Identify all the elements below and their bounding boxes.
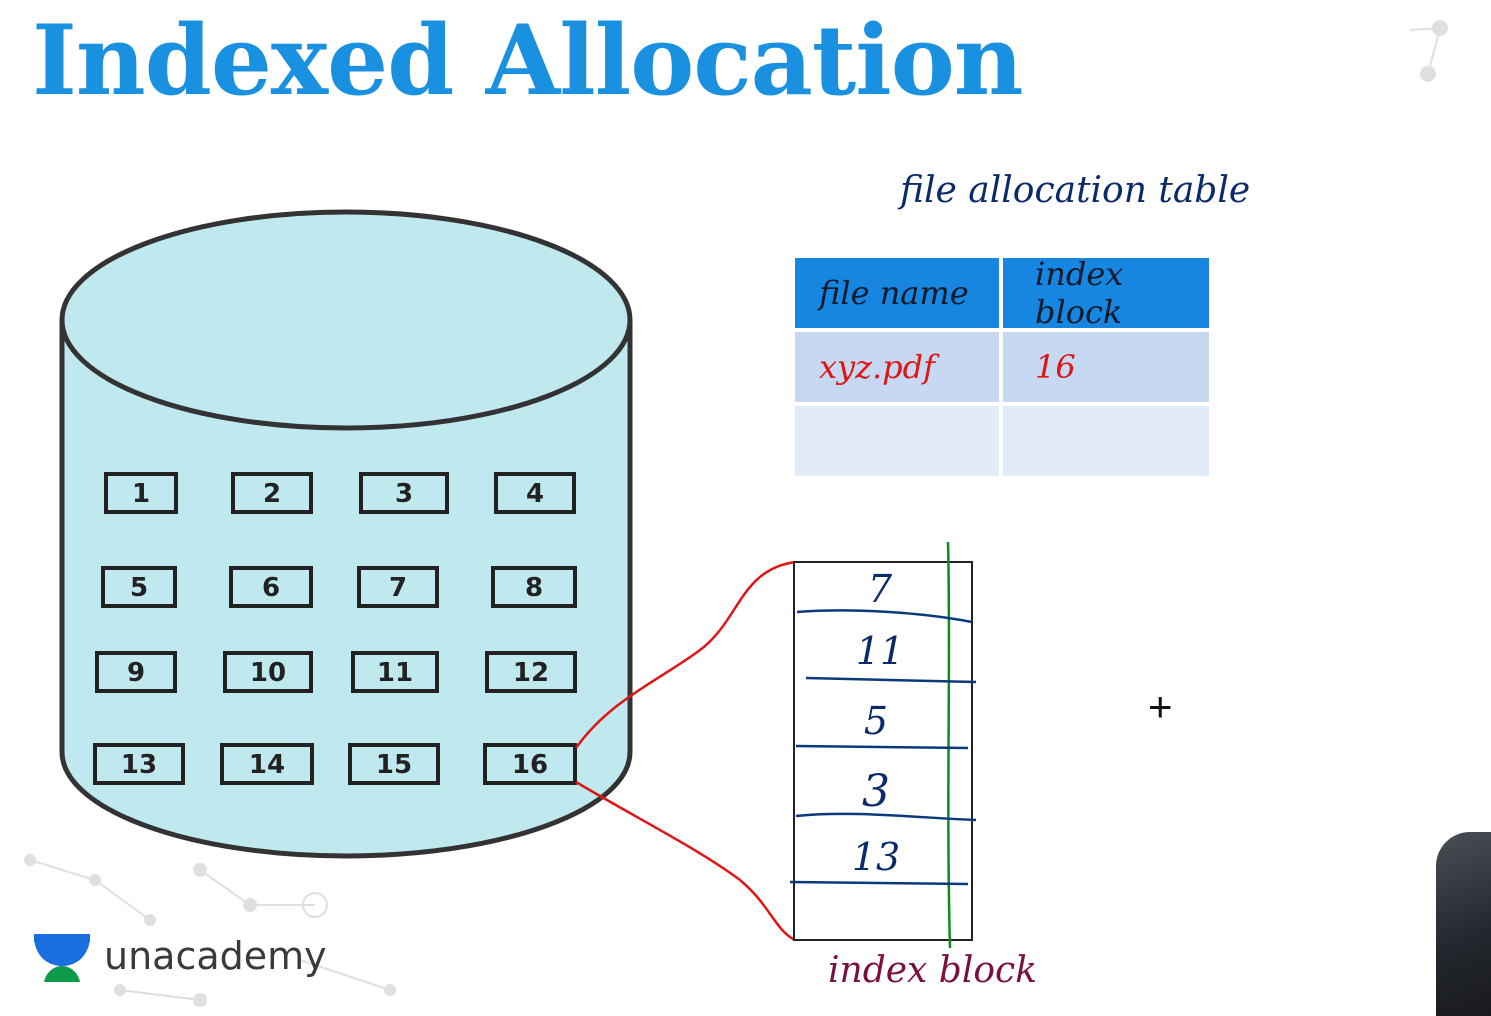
brand-name: unacademy (104, 934, 327, 978)
cell-index-block: 16 (1003, 332, 1209, 406)
crosshair-cursor-icon: + (1148, 683, 1173, 730)
table-header-row: file name index block (795, 255, 1209, 332)
index-block-box: 7 11 5 3 13 (789, 541, 977, 949)
block-label: 11 (377, 658, 413, 688)
block-label: 8 (525, 573, 543, 603)
cell-file-name (795, 406, 1003, 480)
cell-index-block (1003, 406, 1209, 480)
header-file-name: file name (795, 258, 1003, 332)
block-label: 3 (395, 479, 413, 509)
index-entry: 7 (868, 567, 893, 611)
block-label: 15 (376, 750, 412, 780)
unacademy-logo-icon (34, 934, 90, 982)
block-label: 1 (132, 479, 150, 509)
index-entry: 13 (852, 835, 900, 879)
block-label: 9 (127, 658, 145, 688)
block-label: 4 (526, 479, 544, 509)
block-label: 6 (262, 573, 280, 603)
index-divider-line (946, 541, 952, 949)
block-label: 10 (250, 658, 286, 688)
file-allocation-table: file name index block xyz.pdf 16 (795, 255, 1209, 480)
diagram-canvas: 1 2 3 4 5 6 7 8 9 10 11 12 13 14 15 16 7… (24, 20, 1448, 1007)
fat-title: file allocation table (900, 170, 1251, 211)
block-label: 12 (513, 658, 549, 688)
index-entry: 11 (856, 629, 904, 673)
block-label: 16 (512, 750, 548, 780)
header-index-block: index block (1003, 255, 1209, 332)
presenter-video (1436, 832, 1491, 1016)
block-label: 5 (130, 573, 148, 603)
brand-logo: unacademy (30, 928, 327, 984)
block-label: 2 (263, 479, 281, 509)
block-label: 7 (389, 573, 407, 603)
index-block-label: index block (828, 950, 1038, 991)
block-label: 13 (121, 750, 157, 780)
index-entry: 5 (864, 699, 888, 743)
table-row: xyz.pdf 16 (795, 332, 1209, 406)
index-entry: 3 (862, 766, 890, 817)
block-label: 14 (249, 750, 285, 780)
table-row (795, 406, 1209, 480)
cell-file-name: xyz.pdf (795, 332, 1003, 406)
